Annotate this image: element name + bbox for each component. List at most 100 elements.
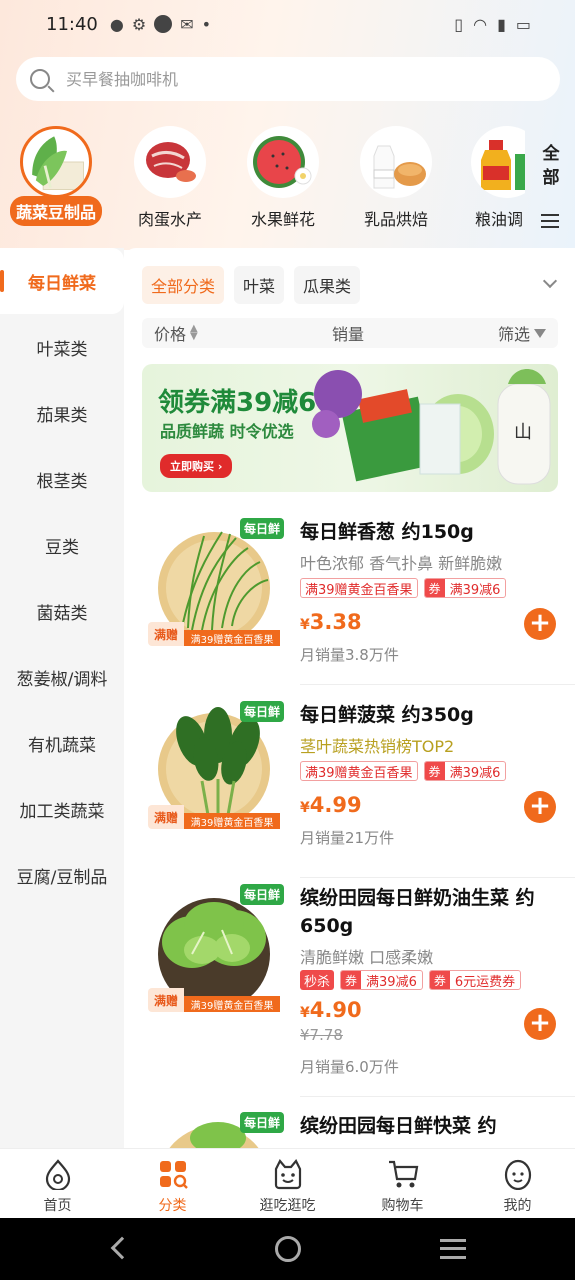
status-time: 11:40	[46, 13, 98, 35]
product-name: 每日鲜香葱 约150g	[300, 521, 474, 543]
coupon-label: 券	[424, 762, 445, 780]
product-description: 叶色浓郁 香气扑鼻 新鲜脆嫩	[300, 554, 503, 573]
fresh-badge: 每日鲜	[240, 701, 285, 722]
category-label: 乳品烘焙	[363, 210, 428, 229]
price-value: 3.38	[309, 610, 362, 634]
sidebar-item-mushrooms[interactable]: 菌菇类	[0, 578, 124, 644]
tab-home[interactable]: 首页	[0, 1149, 115, 1218]
settings-notification-icon: ⚙	[131, 14, 147, 34]
gift-promo-strip: 满赠 满39赠黄金百香果	[148, 622, 280, 646]
gift-promo-text: 满39赠黄金百香果	[184, 813, 280, 829]
explore-icon	[271, 1157, 305, 1191]
gift-promo-label: 满赠	[148, 622, 184, 646]
fresh-badge: 每日鲜	[240, 1112, 285, 1133]
search-input[interactable]	[66, 69, 466, 89]
category-vegetables-tofu[interactable]: 蔬菜豆制品	[6, 122, 106, 226]
menu-icon[interactable]	[541, 214, 559, 228]
add-to-cart-button[interactable]: +	[524, 791, 556, 823]
coupon-text: 满39减6	[366, 974, 417, 990]
banner-buy-button[interactable]: 立即购买 ›	[160, 454, 233, 478]
back-icon[interactable]	[110, 1236, 134, 1260]
product-name: 每日鲜菠菜 约350g	[300, 704, 474, 726]
coupon-label: 券	[424, 579, 445, 597]
sidebar-item-organic[interactable]: 有机蔬菜	[0, 710, 124, 776]
tab-cart[interactable]: 购物车	[345, 1149, 460, 1218]
product-description: 茎叶蔬菜热销榜TOP2	[300, 737, 455, 756]
oil-icon	[471, 126, 525, 198]
flash-sale-tag: 秒杀	[300, 970, 335, 990]
coupon-tag: 券 满39减6	[423, 578, 507, 598]
product-description: 清脆鲜嫩 口感柔嫩	[300, 948, 434, 967]
gift-promo-strip: 满赠 满39赠黄金百香果	[148, 805, 280, 829]
price-value: 4.99	[309, 793, 362, 817]
home-button-icon[interactable]	[275, 1236, 301, 1262]
funnel-icon	[534, 328, 546, 338]
add-to-cart-button[interactable]: +	[524, 1008, 556, 1040]
price-currency: ¥	[300, 617, 310, 633]
tab-label: 分类	[158, 1198, 187, 1214]
product-price: ¥4.90	[300, 998, 362, 1022]
subcategory-sidebar: 每日鲜菜 叶菜类 茄果类 根茎类 豆类 菌菇类 葱姜椒/调料 有机蔬菜 加工类蔬…	[0, 248, 124, 1148]
chip-melon-fruit[interactable]: 瓜果类	[294, 266, 361, 304]
banner-title: 领券满39减6	[158, 388, 317, 418]
search-bar[interactable]	[16, 57, 560, 101]
sidebar-item-seasonings[interactable]: 葱姜椒/调料	[0, 644, 124, 710]
battery-icon: ▭	[515, 14, 531, 34]
tab-label: 我的	[503, 1198, 532, 1214]
add-to-cart-button[interactable]: +	[524, 608, 556, 640]
recent-apps-icon[interactable]	[440, 1239, 466, 1259]
product-price: ¥4.99	[300, 793, 362, 817]
tab-profile[interactable]: 我的	[460, 1149, 575, 1218]
category-icon	[156, 1157, 190, 1191]
coupon-text: 满39减6	[449, 765, 501, 781]
category-fruits-flowers[interactable]: 水果鲜花	[233, 122, 333, 230]
divider	[300, 877, 575, 878]
sort-sales-button[interactable]: 销量	[332, 321, 364, 345]
original-price: ¥7.78	[300, 1026, 343, 1044]
sidebar-item-daily-fresh[interactable]: 每日鲜菜	[0, 248, 124, 314]
divider	[300, 1096, 575, 1097]
sidebar-item-beans[interactable]: 豆类	[0, 512, 124, 578]
product-name: 缤纷田园每日鲜奶油生菜 约650g	[300, 887, 535, 937]
category-dairy-bakery[interactable]: 乳品烘焙	[346, 122, 446, 230]
all-categories-button[interactable]: 全部	[539, 142, 563, 190]
promo-banner[interactable]: 领券满39减6 品质鲜蔬 时令优选 立即购买 › 山	[142, 364, 558, 492]
bottom-tab-bar: 首页 分类 逛吃逛吃 购物车 我的	[0, 1148, 575, 1218]
sort-price-label: 价格	[154, 325, 187, 344]
vegetables-tofu-icon	[20, 126, 92, 198]
tab-explore[interactable]: 逛吃逛吃	[230, 1149, 345, 1218]
sidebar-item-fruit-veg[interactable]: 茄果类	[0, 380, 124, 446]
chat-notification-icon: ●	[109, 14, 124, 34]
sidebar-item-processed[interactable]: 加工类蔬菜	[0, 776, 124, 842]
sidebar-item-leafy[interactable]: 叶菜类	[0, 314, 124, 380]
signal-icon: ▮	[497, 14, 506, 34]
monthly-sales: 月销量6.0万件	[300, 1058, 399, 1076]
sidebar-item-tofu[interactable]: 豆腐/豆制品	[0, 842, 124, 908]
chip-all[interactable]: 全部分类	[142, 266, 225, 304]
status-bar: 11:40 ● ⚙ ✉ • ▯ ◠ ▮ ▭	[0, 0, 575, 48]
gift-tag: 满39赠黄金百香果	[300, 761, 418, 781]
cart-icon	[386, 1157, 420, 1191]
monthly-sales: 月销量21万件	[300, 829, 395, 847]
gift-promo-label: 满赠	[148, 805, 184, 829]
tab-category[interactable]: 分类	[115, 1149, 230, 1218]
category-label: 蔬菜豆制品	[9, 196, 102, 226]
gift-promo-label: 满赠	[148, 988, 184, 1012]
coupon-text: 满39减6	[449, 582, 501, 598]
product-tags: 满39赠黄金百香果 券 满39减6	[300, 761, 507, 781]
category-meat-eggs-seafood[interactable]: 肉蛋水产	[120, 122, 220, 230]
monthly-sales: 月销量3.8万件	[300, 646, 399, 664]
category-grain-oil[interactable]: 粮油调	[459, 122, 525, 230]
chip-leafy[interactable]: 叶菜	[234, 266, 285, 304]
category-label: 粮油调	[475, 210, 524, 229]
sidebar-item-root[interactable]: 根茎类	[0, 446, 124, 512]
wifi-icon: ◠	[473, 14, 488, 34]
filter-button[interactable]: 筛选	[498, 321, 546, 345]
filter-label: 筛选	[497, 325, 530, 344]
gift-tag: 满39赠黄金百香果	[300, 578, 418, 598]
banner-subtitle: 品质鲜蔬 时令优选	[160, 422, 294, 441]
meat-icon	[134, 126, 206, 198]
svg-text:山: 山	[514, 422, 532, 443]
fresh-badge: 每日鲜	[240, 518, 285, 539]
sort-price-button[interactable]: 价格 ▲ ▼	[154, 321, 198, 345]
